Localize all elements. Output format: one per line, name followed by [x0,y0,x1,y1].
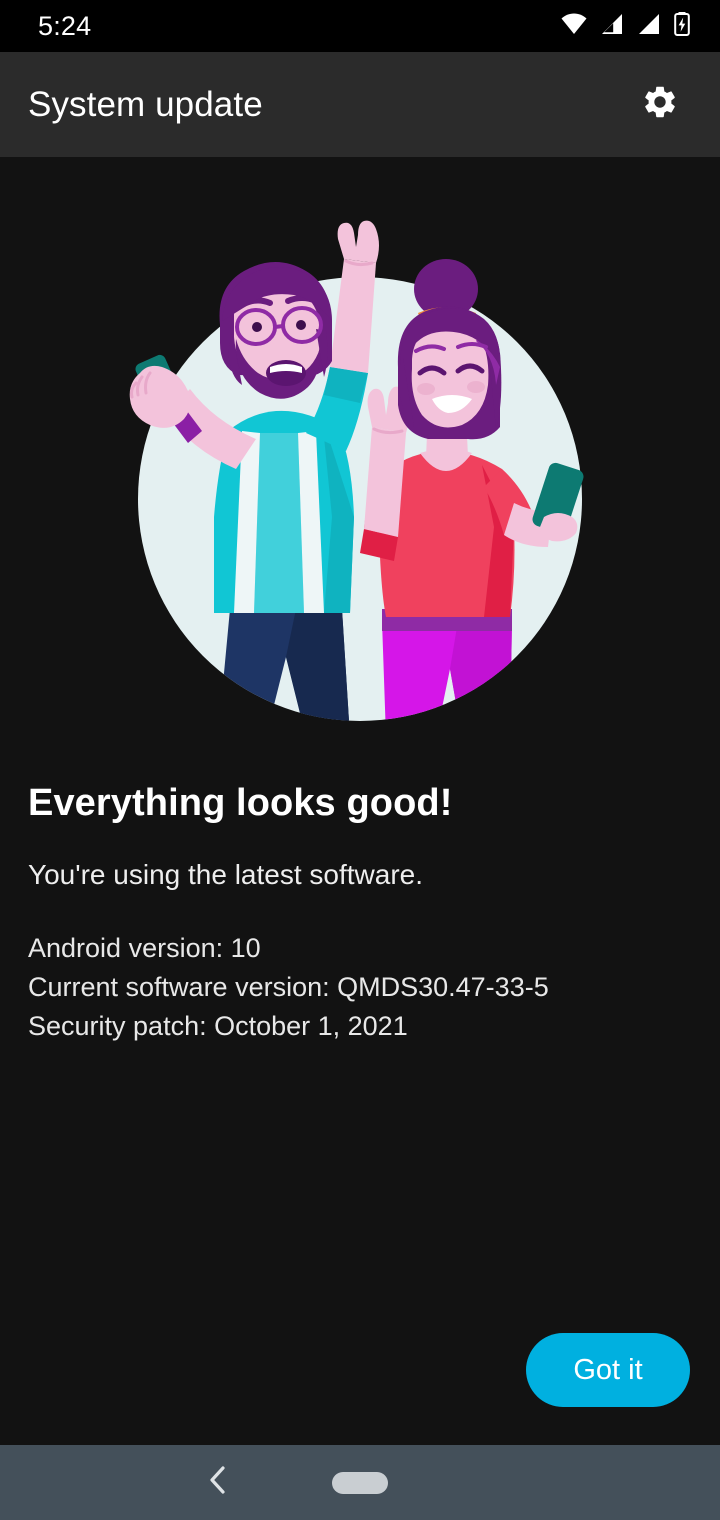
android-version-line: Android version: 10 [28,933,261,963]
cellular-signal-2-icon [637,13,661,40]
cellular-signal-1-icon [600,13,624,40]
status-bar-icons [561,11,690,41]
wifi-icon [561,13,587,40]
home-pill-indicator[interactable] [332,1471,388,1494]
status-bar: 5:24 [0,0,720,52]
security-patch-line: Security patch: October 1, 2021 [28,1011,408,1041]
software-version-line: Current software version: QMDS30.47-33-5 [28,972,549,1002]
battery-charging-icon [674,11,690,41]
phone-screen: 5:24 System update Everything looks good… [0,0,720,1520]
navigation-bar [0,1445,720,1520]
main-content: Everything looks good! You're using the … [0,157,720,1445]
got-it-button[interactable]: Got it [526,1333,690,1407]
status-bar-clock: 5:24 [38,10,92,41]
app-bar: System update [0,52,720,157]
version-details: Android version: 10 Current software ver… [28,929,688,1046]
back-button[interactable] [192,1457,244,1509]
gear-icon [641,83,679,126]
settings-button[interactable] [626,71,694,139]
status-text-block: Everything looks good! You're using the … [28,782,688,1046]
subtitle: You're using the latest software. [28,859,423,890]
headline: Everything looks good! [28,782,453,824]
page-title: System update [28,84,263,124]
people-celebrating-illustration [110,217,610,737]
chevron-left-icon [205,1465,231,1500]
